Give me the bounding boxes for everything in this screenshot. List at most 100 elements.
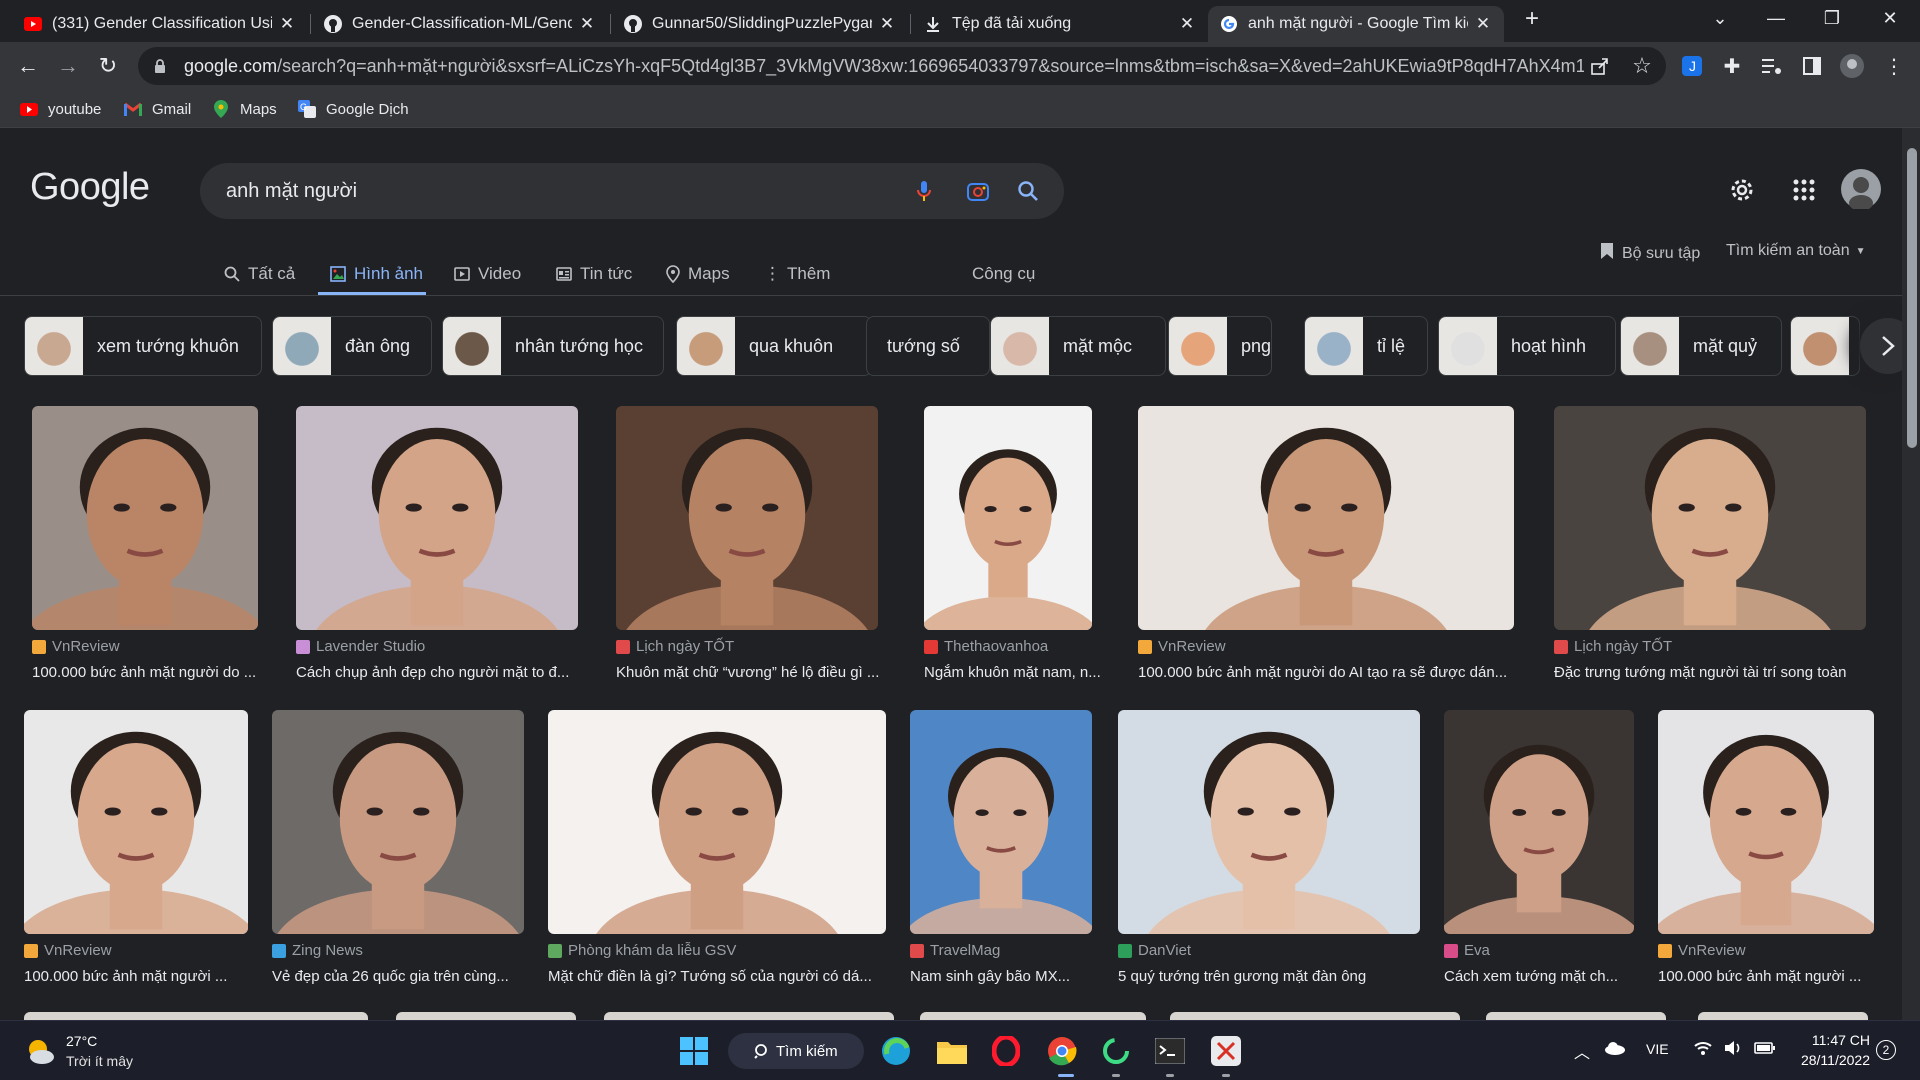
result-title[interactable]: Đặc trưng tướng mặt người tài trí song t… (1554, 664, 1896, 681)
apps-grid-icon[interactable] (1788, 174, 1820, 206)
result-title[interactable]: Cách xem tướng mặt ch... (1444, 968, 1664, 985)
tab-maps[interactable]: Maps (666, 254, 730, 294)
result-title[interactable]: 100.000 bức ảnh mặt người do ... (32, 664, 288, 681)
search-box[interactable]: anh mặt người (200, 163, 1064, 219)
clock[interactable]: 11:47 CH 28/11/2022 (1790, 1030, 1870, 1070)
result-source[interactable]: Thethaovanhoa (924, 638, 1048, 655)
result-thumbnail[interactable] (1554, 406, 1866, 630)
result-source[interactable]: Zing News (272, 942, 363, 959)
related-search-chip[interactable]: mặt mộc (990, 316, 1166, 376)
result-thumbnail[interactable] (32, 406, 258, 630)
browser-tab[interactable]: Gender-Classification-ML/Gende ✕ (312, 6, 608, 42)
file-explorer-icon[interactable] (934, 1033, 970, 1069)
browser-tab-active[interactable]: anh mặt người - Google Tìm kiếm ✕ (1208, 6, 1504, 42)
collections-link[interactable]: Bộ sưu tập (1600, 242, 1700, 265)
tab-search-chevron-icon[interactable]: ⌄ (1706, 8, 1734, 32)
page-scrollbar[interactable] (1902, 128, 1920, 1020)
related-search-chip[interactable]: hoạt hình (1438, 316, 1616, 376)
refresh-app-icon[interactable] (1098, 1033, 1134, 1069)
result-source[interactable]: Lịch ngày TỐT (616, 638, 734, 655)
bookmark-star-icon[interactable]: ☆ (1630, 53, 1654, 78)
tab-news[interactable]: Tin tức (556, 254, 632, 294)
result-title[interactable]: Ngắm khuôn mặt nam, n... (924, 664, 1122, 681)
profile-avatar-icon[interactable] (1840, 54, 1864, 78)
forward-arrow-icon[interactable]: → (52, 50, 84, 82)
terminal-icon[interactable] (1152, 1033, 1188, 1069)
result-source[interactable]: Lavender Studio (296, 638, 425, 655)
result-title[interactable]: 100.000 bức ảnh mặt người ... (24, 968, 278, 985)
lens-camera-icon[interactable] (966, 179, 990, 203)
tab-all[interactable]: Tất cả (224, 254, 295, 294)
media-control-icon[interactable] (1760, 54, 1784, 78)
image-result-partial[interactable] (1698, 1012, 1868, 1020)
bookmark-gmail[interactable]: Gmail (124, 98, 191, 120)
onedrive-cloud-icon[interactable] (1604, 1041, 1626, 1060)
chevron-up-icon[interactable]: ︿ (1574, 1039, 1590, 1063)
result-title[interactable]: Nam sinh gây bão MX... (910, 968, 1122, 985)
image-result-partial[interactable] (1486, 1012, 1666, 1020)
address-bar[interactable]: google.com/search?q=anh+mặt+người&sxsrf=… (138, 47, 1666, 85)
related-search-chip[interactable]: tướng số (866, 316, 990, 376)
related-search-chip[interactable] (1790, 316, 1860, 376)
back-arrow-icon[interactable]: ← (12, 50, 44, 82)
result-thumbnail[interactable] (272, 710, 524, 934)
tab-more[interactable]: ⋮ Thêm (764, 254, 830, 294)
result-source[interactable]: Eva (1444, 942, 1490, 959)
result-thumbnail[interactable] (548, 710, 886, 934)
result-source[interactable]: Lịch ngày TỐT (1554, 638, 1672, 655)
image-result-partial[interactable] (24, 1012, 368, 1020)
result-thumbnail[interactable] (1658, 710, 1874, 934)
microphone-icon[interactable] (912, 179, 936, 203)
result-source[interactable]: VnReview (24, 942, 112, 959)
related-search-chip[interactable]: tỉ lệ (1304, 316, 1428, 376)
related-search-chip[interactable]: mặt quỷ (1620, 316, 1782, 376)
google-logo[interactable]: Google (30, 166, 150, 209)
search-icon[interactable] (1016, 179, 1040, 203)
image-result-partial[interactable] (396, 1012, 576, 1020)
result-source[interactable]: VnReview (1138, 638, 1226, 655)
result-source[interactable]: VnReview (32, 638, 120, 655)
language-indicator[interactable]: VIE (1646, 1041, 1669, 1057)
result-title[interactable]: Khuôn mặt chữ “vương” hé lộ điều gì ... (616, 664, 908, 681)
extensions-puzzle-icon[interactable]: ✚ (1720, 54, 1744, 78)
account-avatar[interactable] (1840, 168, 1882, 210)
result-title[interactable]: Vẻ đẹp của 26 quốc gia trên cùng... (272, 968, 554, 985)
new-tab-button[interactable]: + (1518, 5, 1546, 32)
notification-badge[interactable]: 2 (1876, 1040, 1896, 1060)
safe-search-dropdown[interactable]: Tìm kiếm an toàn ▼ (1726, 242, 1866, 260)
edge-browser-icon[interactable] (878, 1033, 914, 1069)
settings-gear-icon[interactable] (1726, 174, 1758, 206)
browser-tab[interactable]: Tệp đã tải xuống ✕ (912, 6, 1208, 42)
result-thumbnail[interactable] (1138, 406, 1514, 630)
result-title[interactable]: Cách chụp ảnh đẹp cho người mặt to đ... (296, 664, 608, 681)
result-source[interactable]: TravelMag (910, 942, 1000, 959)
extension-j-icon[interactable]: J (1680, 54, 1704, 78)
weather-widget[interactable]: 27°C Trời ít mây (24, 1031, 133, 1071)
close-tab-icon[interactable]: ✕ (278, 14, 296, 34)
related-search-chip[interactable]: png (1168, 316, 1272, 376)
bookmark-translate[interactable]: G Google Dịch (298, 98, 409, 120)
image-result-partial[interactable] (920, 1012, 1146, 1020)
wifi-icon[interactable] (1694, 1041, 1712, 1060)
result-source[interactable]: DanViet (1118, 942, 1191, 959)
close-tab-icon[interactable]: ✕ (1178, 14, 1196, 34)
tools-button[interactable]: Công cụ (972, 254, 1035, 294)
browser-menu-icon[interactable]: ⋮ (1882, 54, 1906, 78)
chevron-right-icon[interactable] (1860, 318, 1902, 374)
tab-images[interactable]: Hình ảnh (330, 254, 423, 294)
search-query[interactable]: anh mặt người (226, 180, 357, 203)
volume-icon[interactable] (1724, 1040, 1742, 1061)
related-search-chip[interactable]: qua khuôn (676, 316, 872, 376)
tab-video[interactable]: Video (454, 254, 521, 294)
side-panel-icon[interactable] (1800, 54, 1824, 78)
bookmark-youtube[interactable]: youtube (20, 98, 101, 120)
related-search-chip[interactable]: xem tướng khuôn (24, 316, 262, 376)
chrome-icon[interactable] (1044, 1033, 1080, 1069)
opera-icon[interactable] (988, 1033, 1024, 1069)
close-tab-icon[interactable]: ✕ (578, 14, 596, 34)
result-title[interactable]: 100.000 bức ảnh mặt người ... (1658, 968, 1902, 985)
result-thumbnail[interactable] (910, 710, 1092, 934)
result-thumbnail[interactable] (924, 406, 1092, 630)
result-title[interactable]: 5 quý tướng trên gương mặt đàn ông (1118, 968, 1450, 985)
related-search-chip[interactable]: nhân tướng học (442, 316, 664, 376)
